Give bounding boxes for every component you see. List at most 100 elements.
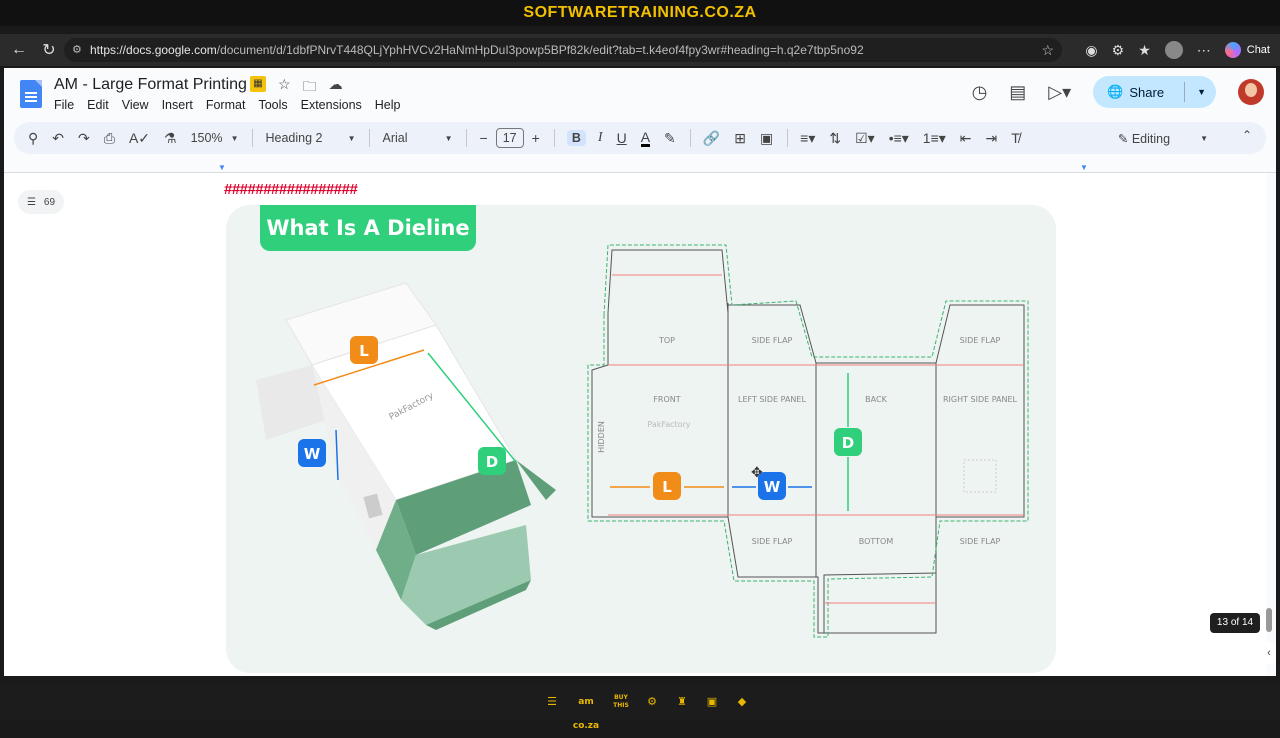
- panel-back: BACK: [865, 395, 887, 404]
- decrease-indent-icon[interactable]: ⇤: [960, 130, 972, 147]
- search-menus-icon[interactable]: ⚲: [28, 130, 38, 147]
- chevron-down-icon: ▼: [347, 133, 356, 143]
- toolbar-divider: [553, 129, 555, 147]
- taskbar: ☰ am co.za BUY THIS ⚙ ♜ ▣ ◆: [0, 684, 1280, 731]
- taskbar-icons: ☰ am co.za BUY THIS ⚙ ♜ ▣ ◆: [540, 690, 754, 731]
- width-label-flat: W: [764, 478, 781, 496]
- extension-icon[interactable]: ◉: [1085, 42, 1097, 59]
- add-comment-icon[interactable]: ⊞: [734, 130, 746, 147]
- comments-icon[interactable]: ▤: [1009, 82, 1026, 103]
- paint-format-icon[interactable]: ⚗: [164, 130, 177, 147]
- menu-view[interactable]: View: [122, 97, 149, 113]
- menu-extensions[interactable]: Extensions: [301, 97, 362, 113]
- move-cursor-icon: ✥: [751, 465, 763, 481]
- collapse-menus-icon[interactable]: ⌃: [1242, 128, 1252, 142]
- style-value: Heading 2: [265, 131, 323, 145]
- panel-top: TOP: [658, 336, 675, 345]
- menu-file[interactable]: File: [54, 97, 74, 113]
- zoom-select[interactable]: 150% ▼: [191, 131, 239, 145]
- figure-icon[interactable]: ♜: [670, 690, 694, 714]
- right-indent-marker-icon[interactable]: ▼: [1080, 163, 1088, 172]
- user-avatar[interactable]: [1238, 79, 1264, 105]
- undo-icon[interactable]: ↶: [52, 130, 64, 147]
- menu-insert[interactable]: Insert: [162, 97, 193, 113]
- copilot-chat-button[interactable]: Chat: [1224, 42, 1270, 58]
- panel-front: FRONT: [653, 395, 680, 404]
- panel-hidden: HIDDEN: [597, 421, 606, 453]
- toolbar-divider: [689, 129, 691, 147]
- editing-mode-select[interactable]: ✎ Editing ▼: [1118, 122, 1208, 154]
- extensions-puzzle-icon[interactable]: ⚙: [1112, 42, 1125, 59]
- side-panel-toggle-icon[interactable]: ‹: [1258, 642, 1276, 664]
- font-size-input[interactable]: 17: [495, 128, 524, 148]
- version-history-icon[interactable]: ◷: [972, 82, 988, 103]
- chevron-down-icon: ▼: [230, 133, 239, 143]
- share-label: Share: [1129, 84, 1165, 100]
- style-select[interactable]: Heading 2 ▼: [265, 131, 355, 145]
- extension-badge-icon[interactable]: ▦: [250, 76, 266, 92]
- bookmark-star-icon[interactable]: ☆: [1041, 38, 1054, 62]
- insert-image-icon[interactable]: ▣: [760, 130, 773, 147]
- menu-edit[interactable]: Edit: [87, 97, 109, 113]
- checklist-icon[interactable]: ☑▾: [855, 130, 875, 147]
- depth-label-3d: D: [486, 453, 498, 471]
- address-bar[interactable]: ⚙ https://docs.google.com/document/d/1db…: [64, 38, 1062, 62]
- qr-placeholder: [963, 459, 997, 493]
- outline-count: 69: [43, 196, 56, 208]
- dieline-outline: [591, 249, 1025, 634]
- am-logo[interactable]: am co.za: [570, 690, 602, 731]
- bold-button[interactable]: B: [566, 130, 586, 146]
- docs-logo-icon[interactable]: [20, 80, 42, 108]
- reload-icon[interactable]: ↻: [36, 37, 62, 63]
- meet-icon[interactable]: ▷▾: [1048, 82, 1071, 103]
- banner-text-c: .CO.ZA: [699, 4, 757, 21]
- heading-text[interactable]: #################: [224, 180, 358, 200]
- page-counter: 13 of 14: [1210, 613, 1260, 633]
- share-dropdown-icon[interactable]: ▼: [1197, 87, 1206, 97]
- print-icon[interactable]: ⎙: [104, 130, 115, 147]
- more-menu-icon[interactable]: ⋯: [1197, 42, 1211, 59]
- scrollbar[interactable]: [1266, 608, 1272, 632]
- italic-button[interactable]: I: [598, 130, 603, 146]
- increase-font-size-icon[interactable]: +: [532, 130, 540, 146]
- align-icon[interactable]: ≡▾: [800, 130, 815, 147]
- clear-formatting-icon[interactable]: T̸: [1011, 130, 1020, 146]
- url-path: /document/d/1dbfPNrvT448QLjYphHVCv2HaNmH…: [216, 43, 864, 57]
- text-color-button[interactable]: A: [640, 130, 651, 147]
- underline-button[interactable]: U: [617, 130, 627, 146]
- layers-icon[interactable]: ☰: [540, 690, 564, 714]
- profile-avatar[interactable]: [1164, 41, 1183, 59]
- square-logo-icon[interactable]: ▣: [700, 690, 724, 714]
- dieline-illustration: PakFactory L D W TOP SIDE FLAP SIDE FLAP…: [256, 244, 1029, 638]
- spellcheck-icon[interactable]: A✓: [129, 130, 150, 147]
- panel-bottom: BOTTOM: [859, 537, 894, 546]
- panel-left-side: LEFT SIDE PANEL: [738, 395, 806, 404]
- font-select[interactable]: Arial ▼: [382, 131, 452, 145]
- highlight-icon[interactable]: ✎: [664, 130, 676, 147]
- back-arrow-icon[interactable]: ←: [6, 37, 32, 63]
- left-indent-marker-icon[interactable]: ▼: [218, 163, 226, 172]
- bulleted-list-icon[interactable]: •≡▾: [889, 130, 909, 147]
- dieline-figure[interactable]: What Is A Dieline PakFactory L D W TOP S…: [226, 205, 1056, 673]
- favorites-icon[interactable]: ★: [1138, 42, 1151, 59]
- diamond-logo-icon[interactable]: ◆: [730, 690, 754, 714]
- menu-format[interactable]: Format: [206, 97, 246, 113]
- document-title[interactable]: AM - Large Format Printing: [54, 76, 247, 94]
- numbered-list-icon[interactable]: 1≡▾: [923, 130, 946, 147]
- redo-icon[interactable]: ↷: [78, 130, 90, 147]
- toolbar-divider: [369, 129, 371, 147]
- gear-icon[interactable]: ⚙: [640, 690, 664, 714]
- site-info-icon[interactable]: ⚙: [72, 38, 82, 62]
- google-docs-window: AM - Large Format Printing ▦ ☆ 🗀 ☁ File …: [4, 68, 1276, 676]
- globe-icon: 🌐: [1107, 84, 1124, 99]
- buy-this-badge[interactable]: BUY THIS: [608, 690, 634, 714]
- menu-help[interactable]: Help: [375, 97, 401, 113]
- decrease-font-size-icon[interactable]: −: [479, 130, 487, 146]
- menu-tools[interactable]: Tools: [258, 97, 287, 113]
- share-button[interactable]: 🌐 Share ▼: [1093, 76, 1216, 108]
- increase-indent-icon[interactable]: ⇥: [986, 130, 998, 147]
- line-spacing-icon[interactable]: ⇅: [829, 130, 841, 147]
- link-icon[interactable]: 🔗: [703, 130, 720, 147]
- document-outline-button[interactable]: ☰ 69: [18, 190, 64, 214]
- copilot-icon: [1224, 42, 1241, 58]
